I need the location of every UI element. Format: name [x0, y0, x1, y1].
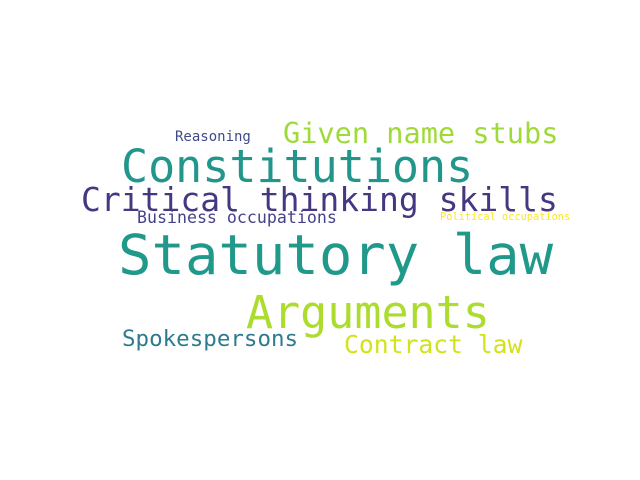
word-spokespersons: Spokespersons — [122, 326, 299, 352]
word-political-occupations: Political occupations — [440, 211, 571, 223]
word-statutory-law: Statutory law — [118, 223, 554, 288]
word-contract-law: Contract law — [344, 330, 523, 359]
word-cloud: Reasoning Given name stubs Constitutions… — [0, 0, 640, 480]
